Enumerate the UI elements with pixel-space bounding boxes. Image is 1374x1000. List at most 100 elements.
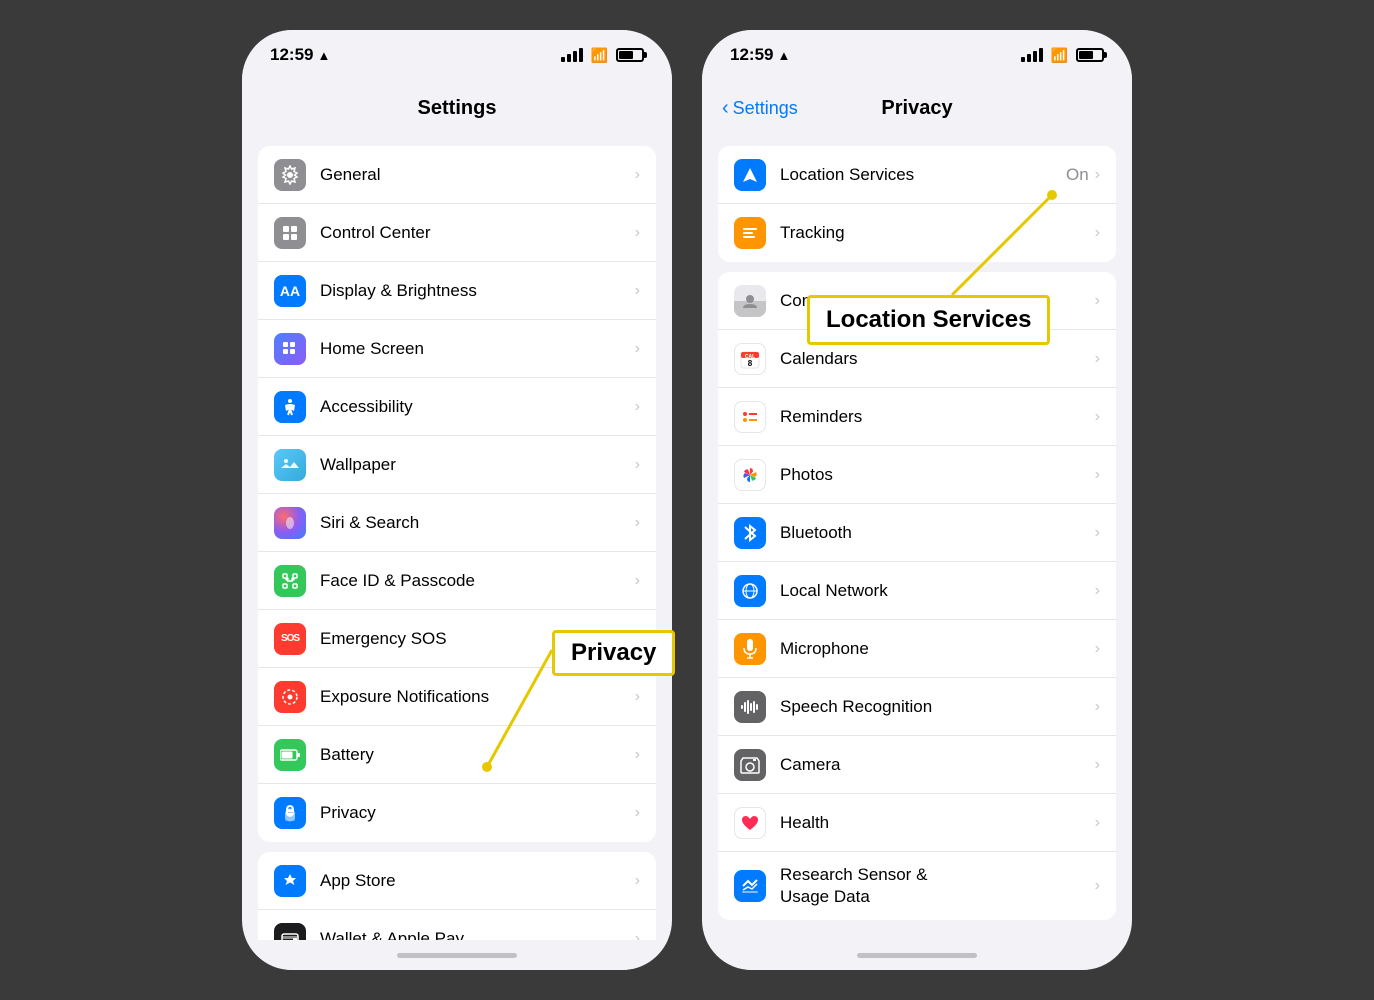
battery-icon-left xyxy=(616,48,644,62)
label-battery: Battery xyxy=(320,745,635,765)
settings-scroll-right[interactable]: Location Services On › Tracking › xyxy=(702,136,1132,940)
label-accessibility: Accessibility xyxy=(320,397,635,417)
settings-item-speech[interactable]: Speech Recognition › xyxy=(718,678,1116,736)
settings-item-health[interactable]: Health › xyxy=(718,794,1116,852)
label-microphone: Microphone xyxy=(780,639,1095,659)
settings-item-control-center[interactable]: Control Center › xyxy=(258,204,656,262)
chevron-reminders: › xyxy=(1095,408,1100,426)
chevron-wallet: › xyxy=(635,930,640,940)
svg-text:8: 8 xyxy=(748,359,753,368)
settings-item-home-screen[interactable]: Home Screen › xyxy=(258,320,656,378)
wifi-icon-right: 📶 xyxy=(1051,47,1068,64)
chevron-control-center: › xyxy=(635,224,640,242)
label-local-network: Local Network xyxy=(780,581,1095,601)
icon-microphone xyxy=(734,633,766,665)
icon-bluetooth xyxy=(734,517,766,549)
label-exposure: Exposure Notifications xyxy=(320,687,635,707)
label-research: Research Sensor &Usage Data xyxy=(780,864,1095,908)
chevron-microphone: › xyxy=(1095,640,1100,658)
settings-item-local-network[interactable]: Local Network › xyxy=(718,562,1116,620)
wifi-icon-left: 📶 xyxy=(591,47,608,64)
settings-item-faceid[interactable]: Face ID & Passcode › xyxy=(258,552,656,610)
label-location-services: Location Services xyxy=(780,165,1066,185)
settings-item-battery[interactable]: Battery › xyxy=(258,726,656,784)
value-location-services: On xyxy=(1066,165,1089,185)
chevron-battery: › xyxy=(635,746,640,764)
icon-home-screen xyxy=(274,333,306,365)
left-phone: 12:59 ▲ 📶 Settings xyxy=(242,30,672,970)
label-calendars: Calendars xyxy=(780,349,1095,369)
label-appstore: App Store xyxy=(320,871,635,891)
chevron-location-services: › xyxy=(1095,166,1100,184)
icon-local-network xyxy=(734,575,766,607)
back-arrow-icon: ‹ xyxy=(722,97,729,120)
settings-item-wallet[interactable]: Wallet & Apple Pay › xyxy=(258,910,656,940)
chevron-tracking: › xyxy=(1095,224,1100,242)
settings-item-photos[interactable]: Photos › xyxy=(718,446,1116,504)
chevron-display: › xyxy=(635,282,640,300)
home-indicator-right xyxy=(702,940,1132,970)
icon-research xyxy=(734,870,766,902)
label-wallpaper: Wallpaper xyxy=(320,455,635,475)
settings-item-microphone[interactable]: Microphone › xyxy=(718,620,1116,678)
back-label: Settings xyxy=(733,98,798,119)
chevron-appstore: › xyxy=(635,872,640,890)
icon-photos xyxy=(734,459,766,491)
icon-control-center xyxy=(274,217,306,249)
label-tracking: Tracking xyxy=(780,223,1095,243)
icon-display: AA xyxy=(274,275,306,307)
settings-item-appstore[interactable]: App Store › xyxy=(258,852,656,910)
icon-wallpaper xyxy=(274,449,306,481)
settings-scroll-left[interactable]: General › Control Center › xyxy=(242,136,672,940)
right-phone: 12:59 ▲ 📶 ‹ Settings xyxy=(702,30,1132,970)
settings-group-1: General › Control Center › xyxy=(258,146,656,842)
nav-back-button[interactable]: ‹ Settings xyxy=(722,97,798,120)
settings-item-tracking[interactable]: Tracking › xyxy=(718,204,1116,262)
icon-wallet xyxy=(274,923,306,940)
settings-item-exposure[interactable]: Exposure Notifications › xyxy=(258,668,656,726)
label-photos: Photos xyxy=(780,465,1095,485)
location-arrow-left: ▲ xyxy=(317,48,330,63)
label-siri: Siri & Search xyxy=(320,513,635,533)
chevron-general: › xyxy=(635,166,640,184)
chevron-bluetooth: › xyxy=(1095,524,1100,542)
settings-item-general[interactable]: General › xyxy=(258,146,656,204)
signal-bars-right xyxy=(1021,48,1043,62)
chevron-local-network: › xyxy=(1095,582,1100,600)
settings-item-wallpaper[interactable]: Wallpaper › xyxy=(258,436,656,494)
settings-item-research[interactable]: Research Sensor &Usage Data › xyxy=(718,852,1116,920)
settings-item-location-services[interactable]: Location Services On › xyxy=(718,146,1116,204)
label-control-center: Control Center xyxy=(320,223,635,243)
label-camera: Camera xyxy=(780,755,1095,775)
label-reminders: Reminders xyxy=(780,407,1095,427)
icon-siri xyxy=(274,507,306,539)
icon-battery xyxy=(274,739,306,771)
label-speech: Speech Recognition xyxy=(780,697,1095,717)
settings-item-reminders[interactable]: Reminders › xyxy=(718,388,1116,446)
chevron-wallpaper: › xyxy=(635,456,640,474)
home-indicator-left xyxy=(242,940,672,970)
label-bluetooth: Bluetooth xyxy=(780,523,1095,543)
settings-item-siri[interactable]: Siri & Search › xyxy=(258,494,656,552)
icon-general xyxy=(274,159,306,191)
settings-item-accessibility[interactable]: Accessibility › xyxy=(258,378,656,436)
status-right-left: 📶 xyxy=(561,47,644,64)
icon-privacy xyxy=(274,797,306,829)
status-bar-right: 12:59 ▲ 📶 xyxy=(702,30,1132,80)
location-arrow-right: ▲ xyxy=(777,48,790,63)
settings-item-bluetooth[interactable]: Bluetooth › xyxy=(718,504,1116,562)
settings-item-camera[interactable]: Camera › xyxy=(718,736,1116,794)
label-home-screen: Home Screen xyxy=(320,339,635,359)
settings-item-privacy[interactable]: Privacy › xyxy=(258,784,656,842)
chevron-exposure: › xyxy=(635,688,640,706)
chevron-photos: › xyxy=(1095,466,1100,484)
chevron-camera: › xyxy=(1095,756,1100,774)
chevron-research: › xyxy=(1095,877,1100,895)
icon-accessibility xyxy=(274,391,306,423)
label-general: General xyxy=(320,165,635,185)
settings-item-display[interactable]: AA Display & Brightness › xyxy=(258,262,656,320)
icon-calendars: CAL 8 xyxy=(734,343,766,375)
label-display: Display & Brightness xyxy=(320,281,635,301)
privacy-annotation-label: Privacy xyxy=(552,630,675,676)
label-privacy: Privacy xyxy=(320,803,635,823)
